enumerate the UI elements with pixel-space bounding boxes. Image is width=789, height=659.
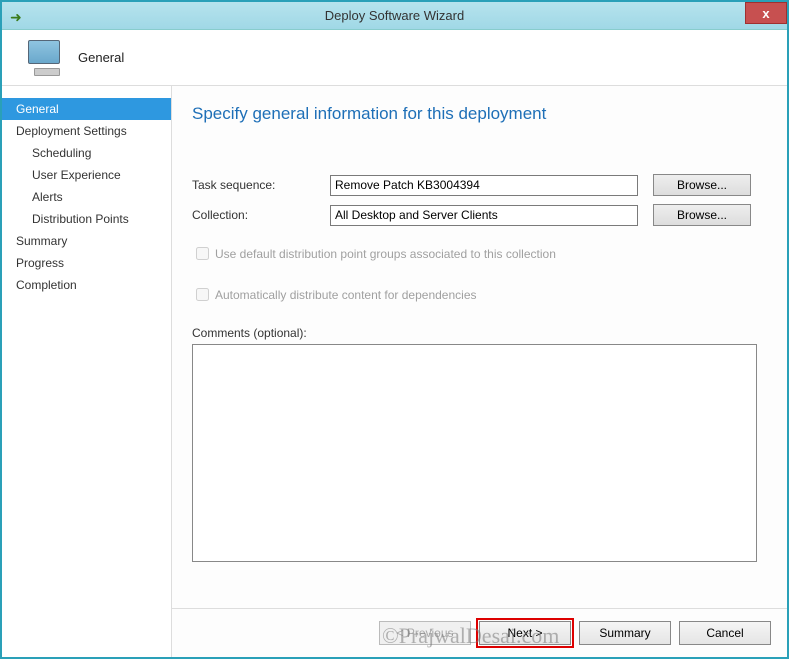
close-icon: x bbox=[762, 6, 769, 21]
close-button[interactable]: x bbox=[745, 2, 787, 24]
sidebar-item-user-experience[interactable]: User Experience bbox=[2, 164, 171, 186]
titlebar: ➜ Deploy Software Wizard x bbox=[2, 2, 787, 30]
sidebar-item-completion[interactable]: Completion bbox=[2, 274, 171, 296]
content-panel: Specify general information for this dep… bbox=[172, 86, 787, 657]
window-title: Deploy Software Wizard bbox=[2, 8, 787, 23]
browse-collection-button[interactable]: Browse... bbox=[653, 204, 751, 226]
comments-label: Comments (optional): bbox=[192, 326, 771, 340]
wizard-window: ➜ Deploy Software Wizard x General Gener… bbox=[0, 0, 789, 659]
header-label: General bbox=[78, 50, 124, 65]
checkbox-default-dp-groups-input bbox=[196, 247, 209, 260]
computer-icon bbox=[24, 40, 64, 76]
sidebar-item-summary[interactable]: Summary bbox=[2, 230, 171, 252]
checkbox-auto-distribute-input bbox=[196, 288, 209, 301]
collection-input[interactable] bbox=[330, 205, 638, 226]
collection-row: Collection: Browse... bbox=[192, 204, 771, 226]
sidebar-item-scheduling[interactable]: Scheduling bbox=[2, 142, 171, 164]
footer-divider bbox=[172, 608, 787, 609]
summary-button[interactable]: Summary bbox=[579, 621, 671, 645]
wizard-header: General bbox=[2, 30, 787, 86]
sidebar-item-distribution-points[interactable]: Distribution Points bbox=[2, 208, 171, 230]
comments-textarea[interactable] bbox=[192, 344, 757, 562]
checkbox-auto-distribute: Automatically distribute content for dep… bbox=[192, 285, 771, 304]
task-sequence-label: Task sequence: bbox=[192, 178, 330, 192]
sidebar-item-deployment-settings[interactable]: Deployment Settings bbox=[2, 120, 171, 142]
checkbox-auto-distribute-label: Automatically distribute content for dep… bbox=[215, 288, 477, 302]
back-arrow-icon: ➜ bbox=[10, 9, 22, 26]
sidebar-item-progress[interactable]: Progress bbox=[2, 252, 171, 274]
footer: < Previous Next > Summary Cancel bbox=[379, 621, 771, 645]
sidebar: General Deployment Settings Scheduling U… bbox=[2, 86, 172, 657]
task-sequence-row: Task sequence: Browse... bbox=[192, 174, 771, 196]
task-sequence-input[interactable] bbox=[330, 175, 638, 196]
checkbox-default-dp-groups-label: Use default distribution point groups as… bbox=[215, 247, 556, 261]
sidebar-item-general[interactable]: General bbox=[2, 98, 171, 120]
browse-task-sequence-button[interactable]: Browse... bbox=[653, 174, 751, 196]
previous-button: < Previous bbox=[379, 621, 471, 645]
cancel-button[interactable]: Cancel bbox=[679, 621, 771, 645]
checkbox-default-dp-groups: Use default distribution point groups as… bbox=[192, 244, 771, 263]
sidebar-item-alerts[interactable]: Alerts bbox=[2, 186, 171, 208]
next-button[interactable]: Next > bbox=[479, 621, 571, 645]
page-title: Specify general information for this dep… bbox=[192, 104, 771, 124]
wizard-body: General Deployment Settings Scheduling U… bbox=[2, 86, 787, 657]
collection-label: Collection: bbox=[192, 208, 330, 222]
